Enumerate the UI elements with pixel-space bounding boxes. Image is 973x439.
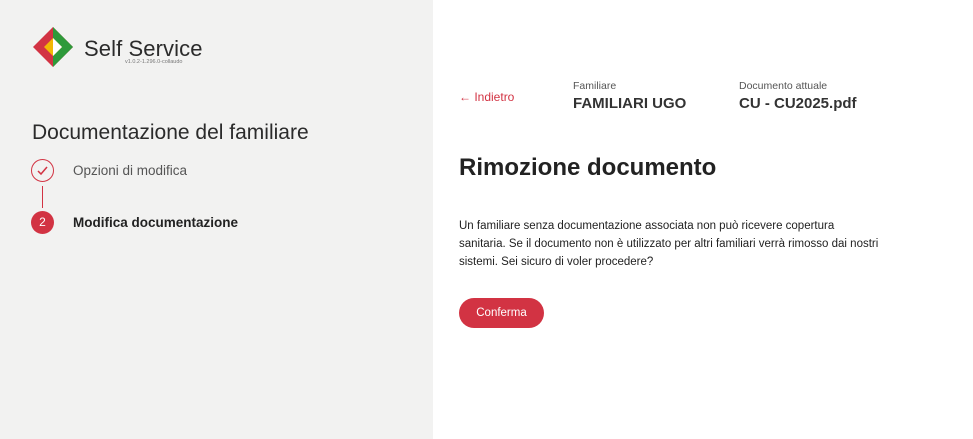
back-link[interactable]: ← Indietro <box>459 90 514 104</box>
familiare-value: FAMILIARI UGO <box>573 95 687 112</box>
step-completed-indicator <box>31 159 54 182</box>
diamond-logo-icon <box>33 27 73 67</box>
removal-description: Un familiare senza documentazione associ… <box>459 220 879 268</box>
documento-value: CU - CU2025.pdf <box>739 95 857 112</box>
step-2-number: 2 <box>31 211 54 234</box>
page-title: Rimozione documento <box>459 154 717 181</box>
section-title: Documentazione del familiare <box>32 121 309 144</box>
brand-version: v1.0.2-1.296.0-collaudo <box>125 59 183 65</box>
check-icon <box>37 166 48 176</box>
familiare-label: Familiare <box>573 80 617 92</box>
confirm-button[interactable]: Conferma <box>459 298 544 328</box>
step-1-label[interactable]: Opzioni di modifica <box>73 163 187 178</box>
documento-label: Documento attuale <box>739 80 828 92</box>
sidebar: Self Service v1.0.2-1.296.0-collaudo Doc… <box>0 0 433 439</box>
step-connector <box>42 186 43 208</box>
step-2-label: Modifica documentazione <box>73 215 239 230</box>
